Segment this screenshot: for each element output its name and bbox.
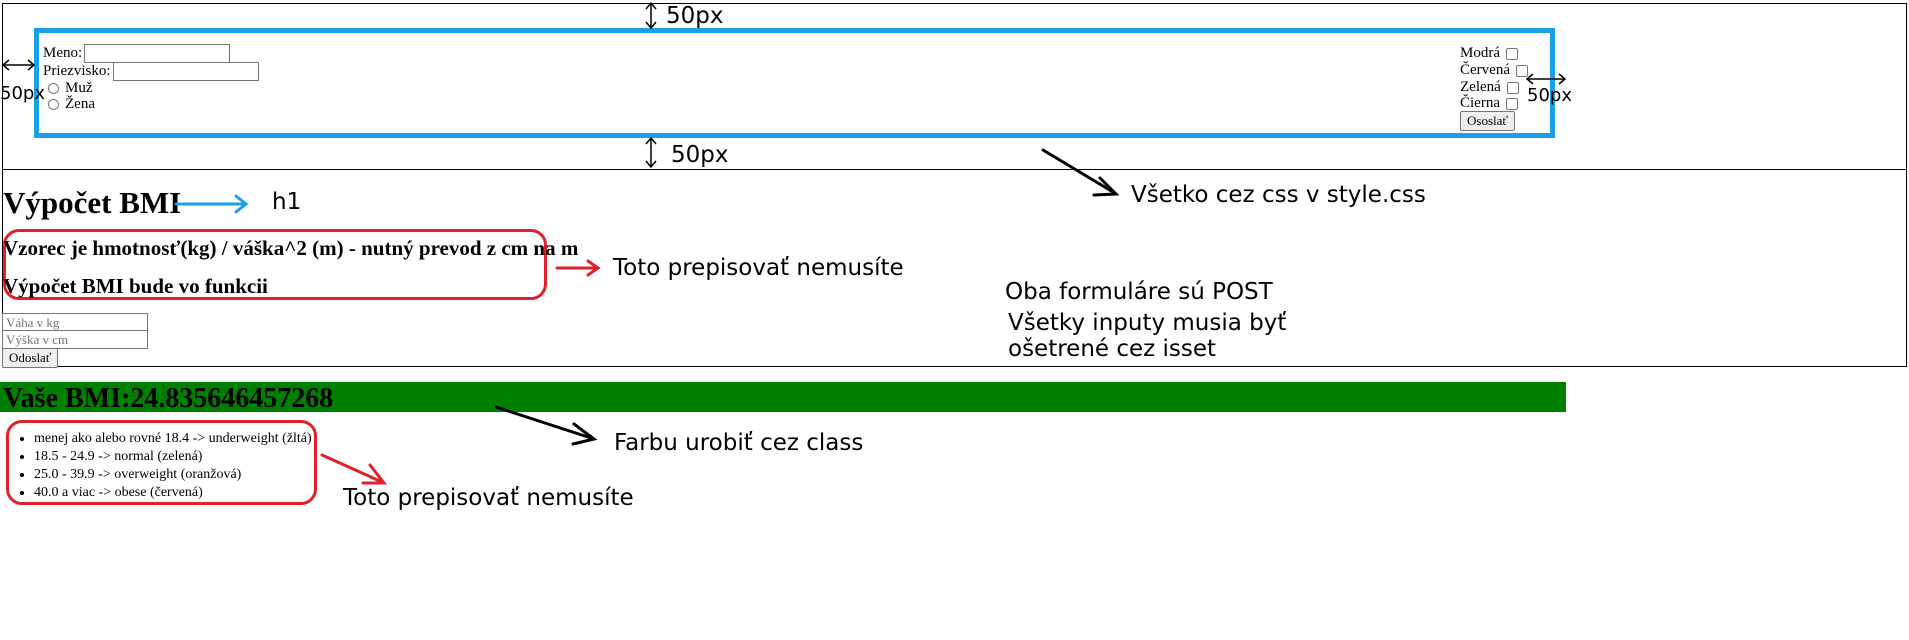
annotation-arrows [1,1,1567,485]
left-margin-arrow-icon [1,59,36,71]
bottom-margin-arrow-icon [645,136,657,169]
top-margin-arrow-icon [645,1,657,30]
right-margin-arrow-icon [1525,73,1567,85]
css-note-arrow-icon [1041,148,1120,197]
class-note-arrow-icon [494,405,598,446]
dont-rewrite-arrow-1-icon [555,259,601,277]
h1-arrow-icon [174,194,249,214]
dont-rewrite-arrow-2-icon [320,453,388,485]
